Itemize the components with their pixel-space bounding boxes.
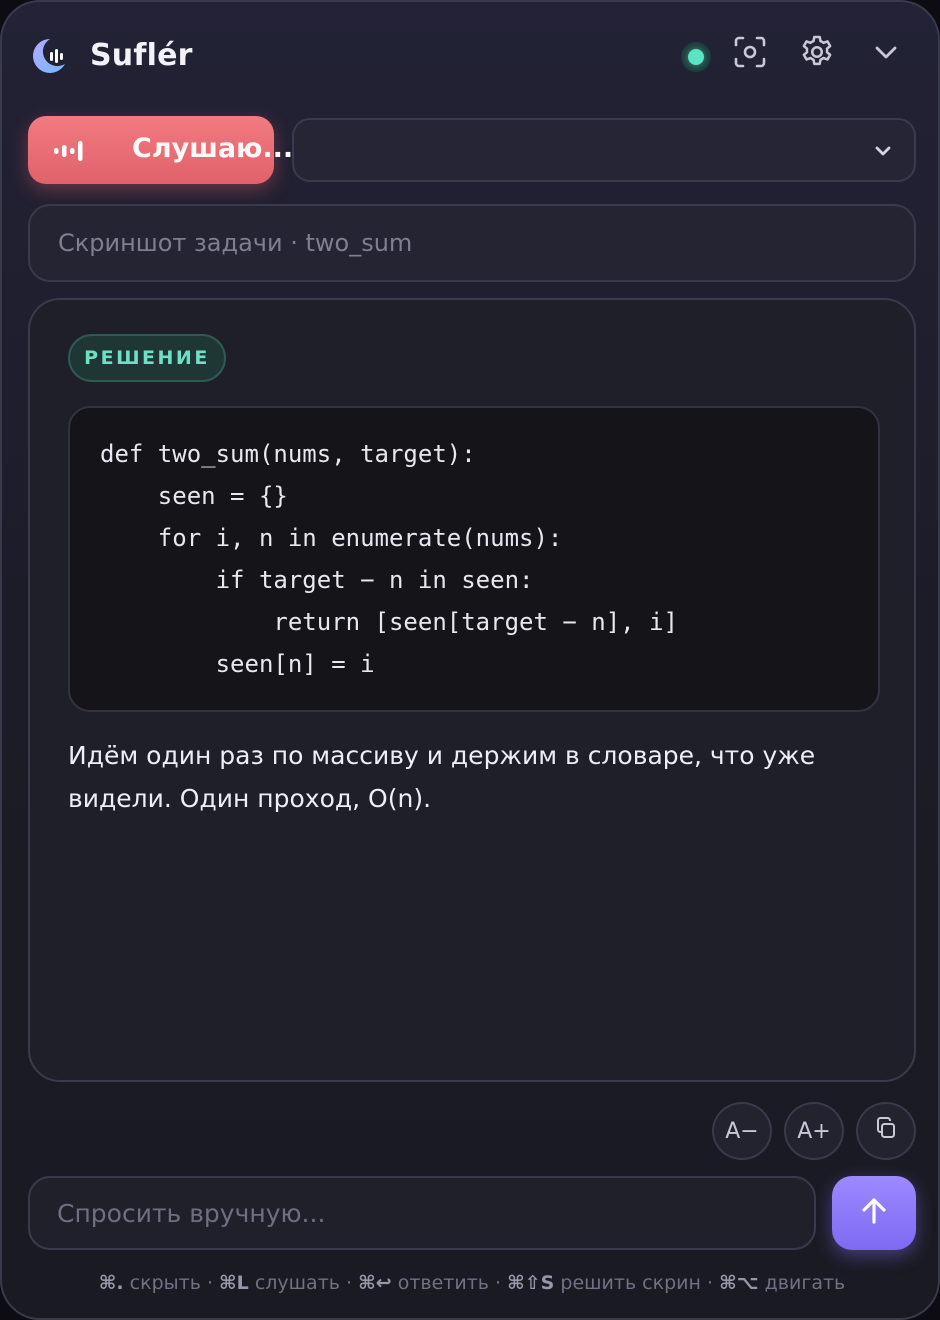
gear-icon <box>798 33 836 75</box>
audio-wave-icon <box>54 140 90 166</box>
hint-separator: · <box>706 1272 714 1294</box>
app-window: Suflér Слушаю... Скриншот задачи · two_s… <box>0 0 940 1320</box>
solution-badge: РЕШЕНИЕ <box>68 334 226 382</box>
header: Suflér <box>2 2 938 112</box>
hint-label: двигать <box>764 1272 846 1294</box>
hint-separator: · <box>346 1272 353 1294</box>
font-increase-label: A+ <box>797 1118 831 1144</box>
hint-key: ⌘L <box>219 1272 249 1294</box>
listen-button[interactable]: Слушаю... <box>28 116 293 184</box>
solution-badge-label: РЕШЕНИЕ <box>84 347 210 369</box>
code-line: seen[n] = i <box>100 650 375 678</box>
hint-key: ⌘⌥ <box>719 1272 759 1294</box>
code-line: seen = {} <box>100 482 288 510</box>
mode-select[interactable] <box>292 118 916 182</box>
screenshot-button[interactable] <box>732 36 768 72</box>
ask-input[interactable] <box>28 1176 816 1250</box>
moon-wave-logo-icon <box>28 36 68 76</box>
font-decrease-label: A− <box>725 1118 759 1144</box>
answer-panel: РЕШЕНИЕ def two_sum(nums, target): seen … <box>28 298 916 1082</box>
hint-key: ⌘. <box>98 1272 124 1294</box>
settings-button[interactable] <box>798 33 836 75</box>
status-indicator <box>681 42 711 72</box>
shortcut-hints: ⌘. скрыть · ⌘L слушать · ⌘↩ ответить · ⌘… <box>2 1272 938 1294</box>
hint-label: решить скрин <box>560 1272 701 1294</box>
code-line: if target − n in seen: <box>100 566 534 594</box>
code-line: def two_sum(nums, target): <box>100 440 476 468</box>
app-title: Suflér <box>90 38 193 73</box>
collapse-button[interactable] <box>868 36 904 72</box>
code-block: def two_sum(nums, target): seen = {} for… <box>68 406 880 712</box>
code-line: return [seen[target − n], i] <box>100 608 678 636</box>
hint-separator: · <box>495 1272 502 1294</box>
listen-label: Слушаю... <box>132 133 294 164</box>
copy-icon <box>874 1116 898 1146</box>
hint-label: скрыть <box>129 1272 201 1294</box>
screenshot-icon <box>733 35 767 73</box>
send-button[interactable] <box>832 1176 916 1250</box>
font-increase-button[interactable]: A+ <box>784 1102 844 1160</box>
chevron-down-icon <box>874 142 892 164</box>
hint-separator: · <box>206 1272 213 1294</box>
font-decrease-button[interactable]: A− <box>712 1102 772 1160</box>
code-line: for i, n in enumerate(nums): <box>100 524 563 552</box>
hint-key: ⌘⇧S <box>507 1272 555 1294</box>
context-text: Скриншот задачи · two_sum <box>58 229 413 257</box>
context-bar: Скриншот задачи · two_sum <box>28 204 916 282</box>
chevron-down-icon <box>873 39 899 69</box>
hint-key: ⌘↩ <box>358 1272 392 1294</box>
arrow-up-icon <box>859 1196 889 1230</box>
copy-button[interactable] <box>856 1102 916 1160</box>
hint-label: слушать <box>254 1272 340 1294</box>
hint-label: ответить <box>397 1272 489 1294</box>
answer-explanation: Идём один раз по массиву и держим в слов… <box>68 741 816 813</box>
